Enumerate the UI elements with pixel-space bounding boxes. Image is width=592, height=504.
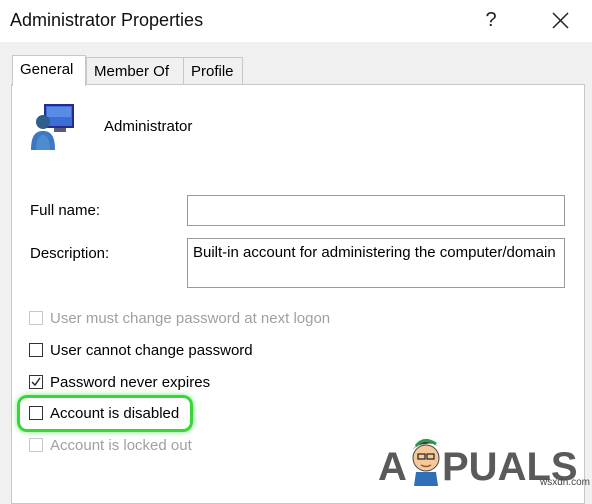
- tab-profile[interactable]: Profile: [183, 57, 243, 84]
- checkbox[interactable]: [29, 438, 43, 452]
- tab-member-of[interactable]: Member Of: [86, 57, 184, 84]
- description-field[interactable]: Built-in account for administering the c…: [187, 238, 565, 288]
- option-label: User cannot change password: [50, 341, 253, 359]
- checkbox[interactable]: [29, 343, 43, 357]
- option-cannot-change-password[interactable]: User cannot change password: [29, 339, 253, 361]
- close-button[interactable]: [545, 6, 575, 34]
- checkbox[interactable]: [29, 311, 43, 325]
- title-bar: Administrator Properties ?: [0, 0, 592, 42]
- appuals-watermark: A PUALS wsxdn.com: [378, 432, 592, 489]
- option-account-locked-out[interactable]: Account is locked out: [29, 434, 192, 456]
- help-button[interactable]: ?: [480, 6, 502, 34]
- tab-strip: General Member Of Profile: [12, 55, 312, 86]
- option-label: Account is locked out: [50, 436, 192, 454]
- description-label: Description:: [30, 245, 110, 262]
- svg-text:A: A: [378, 445, 407, 488]
- option-password-never-expires[interactable]: Password never expires: [29, 371, 210, 393]
- option-must-change-password[interactable]: User must change password at next logon: [29, 307, 330, 329]
- checkbox[interactable]: [29, 375, 43, 389]
- user-computer-icon: [30, 100, 78, 152]
- tab-general[interactable]: General: [12, 55, 86, 86]
- highlight-outline: [17, 395, 193, 432]
- close-icon: [552, 12, 569, 29]
- full-name-field[interactable]: [187, 195, 565, 226]
- full-name-label: Full name:: [30, 202, 101, 219]
- window-title: Administrator Properties: [10, 10, 204, 30]
- option-label: User must change password at next logon: [50, 309, 331, 327]
- checkmark-icon: [31, 377, 41, 387]
- watermark-site-label: wsxdn.com: [539, 477, 590, 488]
- option-label: Password never expires: [50, 373, 211, 391]
- user-name: Administrator: [104, 118, 193, 135]
